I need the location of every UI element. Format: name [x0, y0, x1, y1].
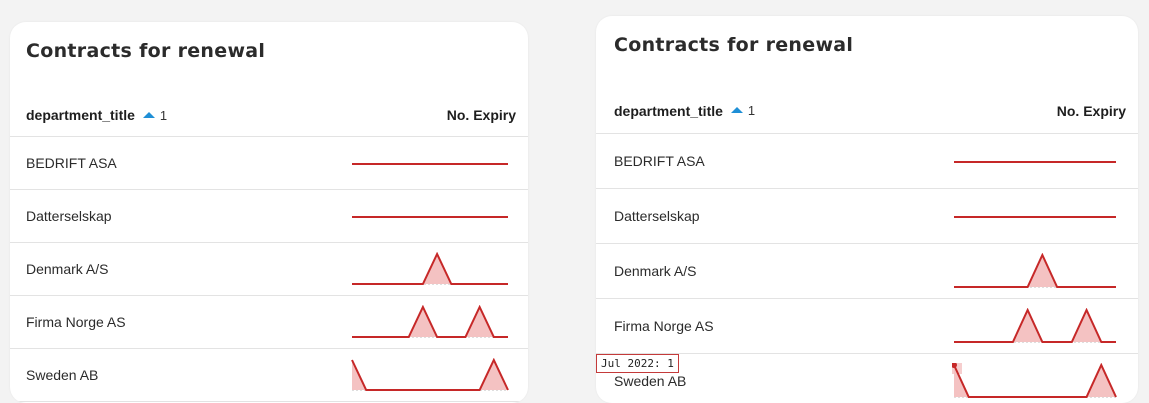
- card-title: Contracts for renewal: [26, 40, 266, 62]
- table-row[interactable]: Denmark A/S: [10, 243, 528, 296]
- table-row[interactable]: Denmark A/S: [596, 244, 1138, 299]
- sort-ascending-icon: [730, 107, 743, 113]
- table-row[interactable]: Sweden AB: [10, 349, 528, 402]
- expiry-column-header[interactable]: No. Expiry: [447, 107, 516, 123]
- sort-ascending-icon: [142, 111, 155, 118]
- department-column-header[interactable]: department_title 1: [26, 107, 167, 123]
- sort-rank-badge: 1: [159, 107, 168, 123]
- expiry-sparkline[interactable]: [952, 308, 1118, 346]
- table-row[interactable]: BEDRIFT ASA: [10, 137, 528, 190]
- department-cell: BEDRIFT ASA: [614, 153, 705, 169]
- table-header: department_title 1 No. Expiry: [596, 88, 1138, 134]
- card-title: Contracts for renewal: [614, 34, 854, 56]
- department-column-label: department_title: [614, 102, 723, 119]
- department-cell: Datterselskap: [614, 208, 700, 224]
- table-row[interactable]: Firma Norge AS: [596, 299, 1138, 354]
- expiry-sparkline[interactable]: [350, 252, 510, 288]
- contracts-card-right: Contracts for renewal department_title 1…: [596, 16, 1138, 403]
- table-row[interactable]: Datterselskap: [10, 190, 528, 243]
- expiry-sparkline[interactable]: [952, 143, 1118, 181]
- tooltip-label: Jul 2022: 1: [596, 354, 679, 373]
- table-row[interactable]: Datterselskap: [596, 189, 1138, 244]
- table-header: department_title 1 No. Expiry: [10, 94, 528, 137]
- department-cell: Sweden AB: [614, 373, 687, 389]
- contracts-card-left: Contracts for renewal department_title 1…: [10, 22, 528, 403]
- expiry-sparkline[interactable]: [350, 305, 510, 341]
- expiry-column-header[interactable]: No. Expiry: [1057, 103, 1126, 119]
- department-cell: Firma Norge AS: [26, 314, 126, 330]
- department-cell: Denmark A/S: [614, 263, 697, 279]
- sparkline-area: [954, 365, 1116, 397]
- table-body: BEDRIFT ASA Datterselskap Denmark A/S Fi…: [596, 134, 1138, 403]
- expiry-sparkline[interactable]: [350, 199, 510, 235]
- expiry-sparkline[interactable]: [952, 253, 1118, 291]
- table-body: BEDRIFT ASA Datterselskap Denmark A/S Fi…: [10, 137, 528, 402]
- department-cell: Sweden AB: [26, 367, 99, 383]
- department-column-header[interactable]: department_title 1: [614, 103, 755, 119]
- expiry-sparkline[interactable]: [350, 146, 510, 182]
- table-row[interactable]: Sweden AB Jul 2022: 1: [596, 354, 1138, 403]
- department-cell: BEDRIFT ASA: [26, 155, 117, 171]
- sparkline-area: [352, 360, 508, 390]
- table-row[interactable]: BEDRIFT ASA: [596, 134, 1138, 189]
- expiry-sparkline[interactable]: [350, 358, 510, 394]
- expiry-sparkline[interactable]: [952, 198, 1118, 236]
- sort-rank-badge: 1: [747, 103, 756, 118]
- department-cell: Datterselskap: [26, 208, 112, 224]
- department-column-label: department_title: [26, 107, 135, 123]
- table-row[interactable]: Firma Norge AS: [10, 296, 528, 349]
- department-cell: Denmark A/S: [26, 261, 109, 277]
- department-cell: Firma Norge AS: [614, 318, 714, 334]
- expiry-sparkline[interactable]: [952, 363, 1118, 401]
